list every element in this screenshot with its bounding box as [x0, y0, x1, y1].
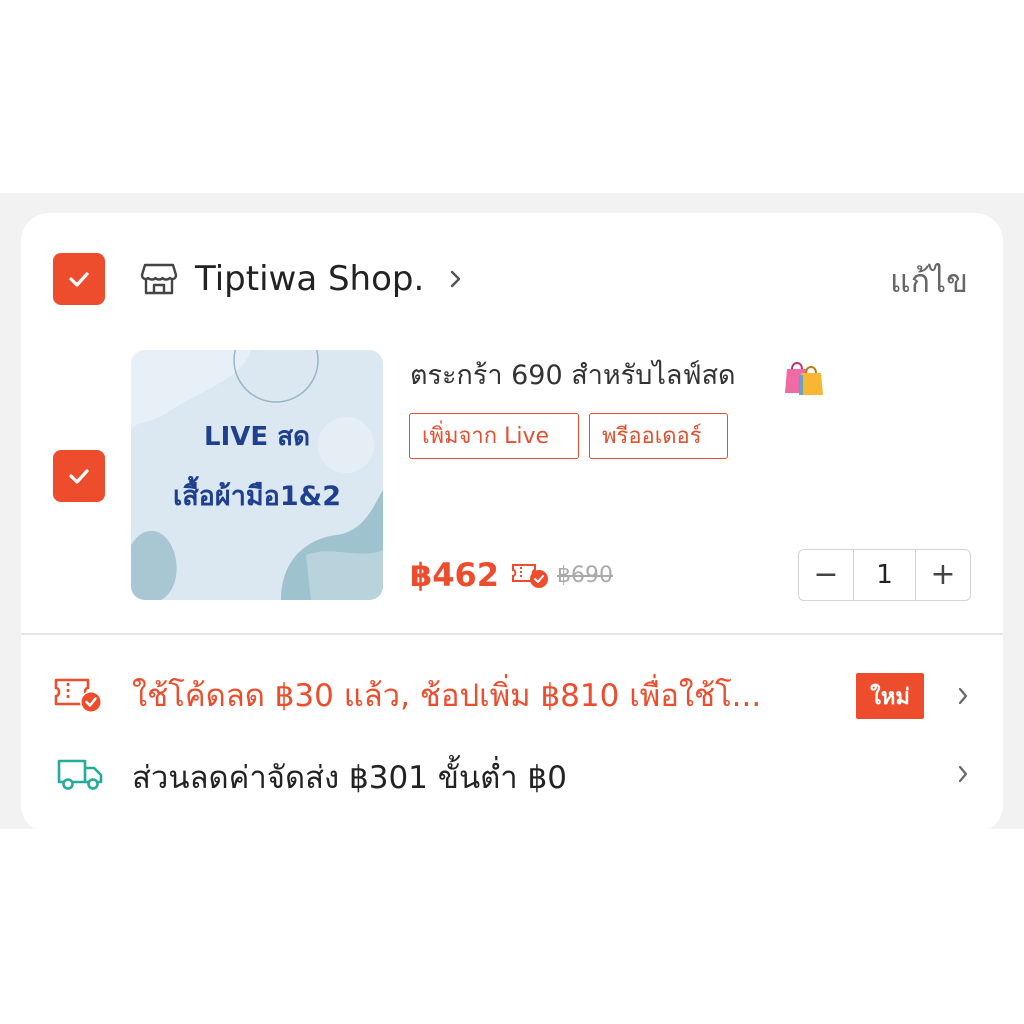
tag-preorder: พรีออเดอร์: [589, 413, 728, 459]
edit-button[interactable]: แก้ไข: [890, 258, 968, 304]
shopping-bags-icon: [785, 362, 823, 395]
current-price: ฿462: [410, 556, 500, 594]
quantity-stepper: − 1 +: [798, 549, 971, 601]
original-price: ฿690: [557, 563, 613, 588]
section-divider: [21, 633, 1003, 635]
shipping-discount-link[interactable]: ส่วนลดค่าจัดส่ง ฿301 ขั้นต่ำ ฿0: [132, 754, 567, 802]
new-badge: ใหม่: [856, 673, 924, 719]
shop-select-checkbox[interactable]: [53, 253, 105, 305]
shop-name-link[interactable]: Tiptiwa Shop.: [195, 256, 424, 302]
increase-quantity-button[interactable]: +: [916, 550, 970, 600]
chevron-right-icon[interactable]: [957, 763, 969, 785]
delivery-truck-icon: [57, 759, 103, 790]
product-thumbnail[interactable]: LIVE สด เสื้อผ้ามือ1&2: [131, 350, 383, 600]
product-title[interactable]: ตระกร้า 690 สำหรับไลฟ์สด: [410, 354, 736, 398]
thumbnail-text-live: LIVE สด: [204, 422, 310, 452]
quantity-input[interactable]: 1: [853, 550, 916, 600]
item-select-checkbox[interactable]: [53, 450, 105, 502]
checkmark-icon: [69, 272, 89, 287]
voucher-applied-icon: [512, 564, 548, 588]
voucher-promo-link[interactable]: ใช้โค้ดลด ฿30 แล้ว, ช้อปเพิ่ม ฿810 เพื่อ…: [132, 672, 832, 720]
tag-added-from-live: เพิ่มจาก Live: [409, 413, 579, 459]
chevron-right-icon[interactable]: [957, 685, 969, 707]
chevron-right-icon[interactable]: [447, 268, 463, 290]
store-icon: [140, 263, 178, 295]
thumbnail-text-clothes: เสื้อผ้ามือ1&2: [172, 481, 342, 512]
decrease-quantity-button[interactable]: −: [799, 550, 853, 600]
checkmark-icon: [69, 469, 89, 484]
voucher-check-icon: [54, 678, 102, 713]
